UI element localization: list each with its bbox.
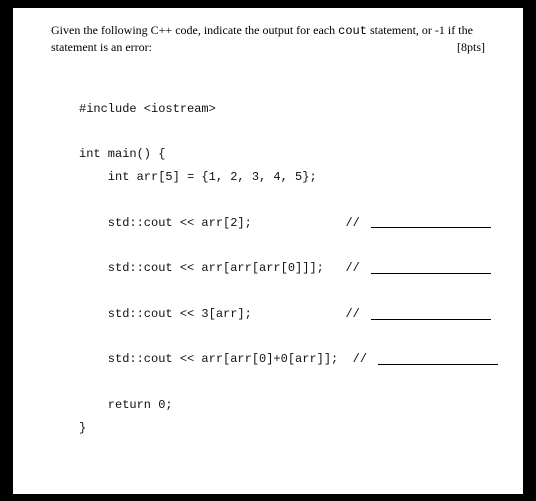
answer-blank[interactable]: [371, 262, 491, 274]
code-line: int main() {: [79, 147, 165, 161]
code-line: std::cout << arr[arr[0]+0[arr]]; //: [79, 352, 498, 366]
q1-points: [8pts]: [457, 39, 485, 55]
code-text: std::cout << arr[2]; //: [79, 216, 367, 230]
q1-code-block: #include <iostream> int main() { int arr…: [79, 75, 485, 440]
answer-blank[interactable]: [371, 217, 491, 229]
exam-page: Given the following C++ code, indicate t…: [13, 8, 523, 494]
q1-text-pre: Given the following C++ code, indicate t…: [51, 23, 338, 37]
code-line: std::cout << arr[2]; //: [79, 216, 491, 230]
q1-prompt: Given the following C++ code, indicate t…: [51, 22, 485, 55]
code-text: std::cout << arr[arr[arr[0]]]; //: [79, 261, 367, 275]
code-line: int arr[5] = {1, 2, 3, 4, 5};: [79, 170, 317, 184]
q1-inline-code: cout: [338, 24, 367, 38]
code-line: }: [79, 421, 86, 435]
code-line: return 0;: [79, 398, 173, 412]
spacer: [51, 440, 485, 492]
q2-text: Fill in the body of the C++ function bel…: [51, 493, 271, 494]
q2-allocate: allocate: [271, 493, 310, 494]
answer-blank[interactable]: [371, 308, 491, 320]
code-line: std::cout << arr[arr[arr[0]]]; //: [79, 261, 491, 275]
code-line: #include <iostream>: [79, 102, 216, 116]
code-text: std::cout << arr[arr[0]+0[arr]]; //: [79, 352, 374, 366]
viewport: Given the following C++ code, indicate t…: [0, 0, 536, 501]
answer-blank[interactable]: [378, 353, 498, 365]
code-text: std::cout << 3[arr]; //: [79, 307, 367, 321]
q2-prompt: Fill in the body of the C++ function bel…: [51, 492, 485, 494]
code-line: std::cout << 3[arr]; //: [79, 307, 491, 321]
